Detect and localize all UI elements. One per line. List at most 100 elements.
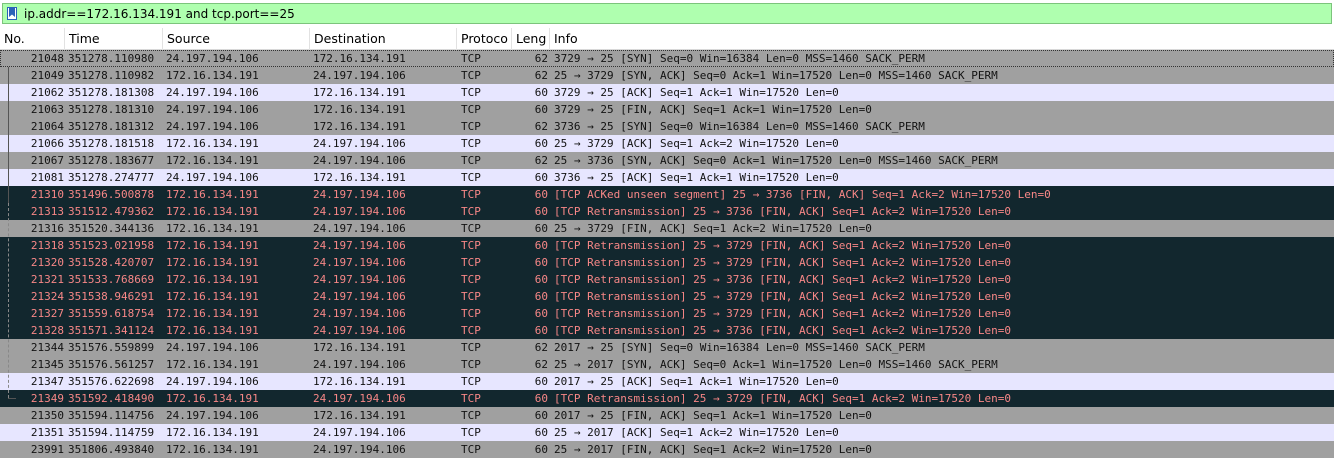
packet-row[interactable]: 21327 351559.618754 172.16.134.191 24.197.1… [0, 305, 1334, 322]
packet-protocol: TCP [461, 341, 481, 354]
packet-source: 172.16.134.191 [166, 154, 259, 167]
packet-no: 21344 [30, 341, 64, 354]
packet-row[interactable]: 21349 351592.418490 172.16.134.191 24.197.1… [0, 390, 1334, 407]
packet-source: 172.16.134.191 [166, 324, 259, 337]
column-header-info[interactable]: Info [550, 28, 1334, 50]
packet-row[interactable]: 21062 351278.181308 24.197.194.106 172.16.1… [0, 84, 1334, 101]
packet-destination: 24.197.194.106 [313, 324, 406, 337]
packet-destination: 24.197.194.106 [313, 273, 406, 286]
packet-row[interactable]: 21310 351496.500878 172.16.134.191 24.197.1… [0, 186, 1334, 203]
packet-source: 172.16.134.191 [166, 137, 259, 150]
packet-time: 351571.341124 [68, 324, 155, 337]
packet-protocol: TCP [461, 375, 481, 388]
packet-info: 25 → 3729 [ACK] Seq=1 Ack=2 Win=17520 Le… [554, 137, 839, 150]
packet-row[interactable]: 21321 351533.768669 172.16.134.191 24.197.1… [0, 271, 1334, 288]
packet-row[interactable]: 21313 351512.479362 172.16.134.191 24.197.1… [0, 203, 1334, 220]
packet-source: 172.16.134.191 [166, 290, 259, 303]
packet-row[interactable]: 21067 351278.183677 172.16.134.191 24.197.1… [0, 152, 1334, 169]
packet-row[interactable]: 21324 351538.946291 172.16.134.191 24.197.1… [0, 288, 1334, 305]
packet-no: 21062 [30, 86, 64, 99]
packet-info: 25 → 3729 [SYN, ACK] Seq=0 Ack=1 Win=175… [554, 69, 998, 82]
packet-time: 351278.181310 [68, 103, 155, 116]
packet-time: 351576.559899 [68, 341, 155, 354]
packet-destination: 24.197.194.106 [313, 256, 406, 269]
packet-source: 172.16.134.191 [166, 307, 259, 320]
packet-source: 172.16.134.191 [166, 392, 259, 405]
column-header-destination[interactable]: Destination [310, 28, 457, 50]
packet-no: 21351 [30, 426, 64, 439]
packet-time: 351278.181312 [68, 120, 155, 133]
packet-list[interactable]: 21048 351278.110980 24.197.194.106 172.16.1… [0, 50, 1334, 472]
packet-protocol: TCP [461, 307, 481, 320]
packet-source: 24.197.194.106 [166, 375, 259, 388]
packet-row[interactable]: 21064 351278.181312 24.197.194.106 172.16.1… [0, 118, 1334, 135]
packet-time: 351278.110980 [68, 52, 155, 65]
packet-protocol: TCP [461, 273, 481, 286]
column-header-protocol[interactable]: Protoco [457, 28, 512, 50]
packet-info: [TCP Retransmission] 25 → 3729 [FIN, ACK… [554, 307, 1011, 320]
packet-protocol: TCP [461, 256, 481, 269]
packet-time: 351512.479362 [68, 205, 155, 218]
packet-row[interactable]: 21049 351278.110982 172.16.134.191 24.197.1… [0, 67, 1334, 84]
packet-info: 3729 → 25 [FIN, ACK] Seq=1 Ack=1 Win=175… [554, 103, 872, 116]
bookmark-icon[interactable] [7, 7, 17, 20]
column-header-time[interactable]: Time [65, 28, 163, 50]
packet-protocol: TCP [461, 171, 481, 184]
packet-info: [TCP Retransmission] 25 → 3729 [FIN, ACK… [554, 256, 1011, 269]
packet-row[interactable]: 21347 351576.622698 24.197.194.106 172.16.1… [0, 373, 1334, 390]
packet-time: 351538.946291 [68, 290, 155, 303]
column-header-source[interactable]: Source [163, 28, 310, 50]
packet-source: 24.197.194.106 [166, 171, 259, 184]
packet-length: 60 [534, 307, 548, 320]
packet-row[interactable]: 21063 351278.181310 24.197.194.106 172.16.1… [0, 101, 1334, 118]
filter-text: ip.addr==172.16.134.191 and tcp.port==25 [24, 7, 295, 21]
packet-length: 60 [534, 188, 548, 201]
column-header-length[interactable]: Leng [512, 28, 550, 50]
packet-no: 23991 [30, 443, 64, 456]
packet-source: 172.16.134.191 [166, 443, 259, 456]
packet-row[interactable]: 21048 351278.110980 24.197.194.106 172.16.1… [0, 50, 1334, 67]
packet-protocol: TCP [461, 188, 481, 201]
packet-length: 60 [534, 375, 548, 388]
packet-source: 24.197.194.106 [166, 103, 259, 116]
packet-time: 351278.181308 [68, 86, 155, 99]
packet-info: 3736 → 25 [SYN] Seq=0 Win=16384 Len=0 MS… [554, 120, 925, 133]
packet-list-header: No. Time Source Destination Protoco Leng… [0, 28, 1334, 50]
packet-info: [TCP Retransmission] 25 → 3736 [FIN, ACK… [554, 273, 1011, 286]
packet-row[interactable]: 21081 351278.274777 24.197.194.106 172.16.1… [0, 169, 1334, 186]
packet-length: 62 [534, 52, 548, 65]
packet-source: 172.16.134.191 [166, 426, 259, 439]
packet-row[interactable]: 21320 351528.420707 172.16.134.191 24.197.1… [0, 254, 1334, 271]
packet-destination: 24.197.194.106 [313, 290, 406, 303]
packet-destination: 172.16.134.191 [313, 409, 406, 422]
packet-time: 351278.181518 [68, 137, 155, 150]
packet-protocol: TCP [461, 205, 481, 218]
packet-time: 351594.114756 [68, 409, 155, 422]
packet-length: 62 [534, 69, 548, 82]
packet-destination: 24.197.194.106 [313, 222, 406, 235]
packet-destination: 24.197.194.106 [313, 188, 406, 201]
packet-row[interactable]: 21344 351576.559899 24.197.194.106 172.16.1… [0, 339, 1334, 356]
packet-info: 25 → 2017 [FIN, ACK] Seq=1 Ack=2 Win=175… [554, 443, 872, 456]
packet-protocol: TCP [461, 392, 481, 405]
packet-no: 21324 [30, 290, 64, 303]
packet-destination: 172.16.134.191 [313, 52, 406, 65]
packet-info: 2017 → 25 [ACK] Seq=1 Ack=1 Win=17520 Le… [554, 375, 839, 388]
display-filter-input[interactable]: ip.addr==172.16.134.191 and tcp.port==25 [2, 3, 1332, 24]
packet-row[interactable]: 21345 351576.561257 172.16.134.191 24.197.1… [0, 356, 1334, 373]
packet-row[interactable]: 21318 351523.021958 172.16.134.191 24.197.1… [0, 237, 1334, 254]
packet-protocol: TCP [461, 239, 481, 252]
packet-protocol: TCP [461, 52, 481, 65]
column-header-no[interactable]: No. [0, 28, 65, 50]
related-packet-dashed-line [8, 203, 9, 398]
packet-row[interactable]: 23991 351806.493840 172.16.134.191 24.197.1… [0, 441, 1334, 458]
packet-row[interactable]: 21066 351278.181518 172.16.134.191 24.197.1… [0, 135, 1334, 152]
packet-row[interactable]: 21328 351571.341124 172.16.134.191 24.197.1… [0, 322, 1334, 339]
packet-row[interactable]: 21351 351594.114759 172.16.134.191 24.197.1… [0, 424, 1334, 441]
packet-row[interactable]: 21350 351594.114756 24.197.194.106 172.16.1… [0, 407, 1334, 424]
packet-length: 60 [534, 273, 548, 286]
packet-row[interactable]: 21316 351520.344136 172.16.134.191 24.197.1… [0, 220, 1334, 237]
packet-destination: 24.197.194.106 [313, 443, 406, 456]
packet-time: 351559.618754 [68, 307, 155, 320]
packet-destination: 172.16.134.191 [313, 375, 406, 388]
